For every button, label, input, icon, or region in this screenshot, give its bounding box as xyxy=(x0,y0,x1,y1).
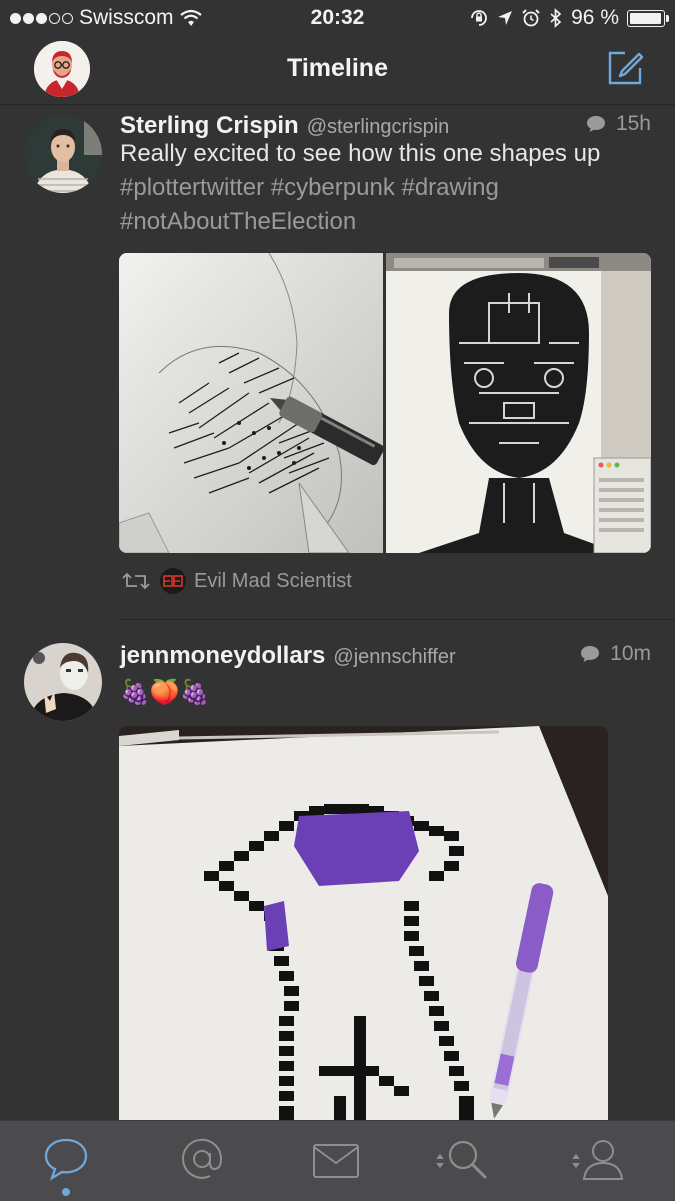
signal-strength-icon xyxy=(10,12,73,24)
wifi-icon xyxy=(179,9,202,26)
reply-bubble-icon xyxy=(581,646,600,662)
tab-messages[interactable] xyxy=(306,1137,366,1185)
profile-avatar[interactable] xyxy=(34,41,90,97)
tweet-media[interactable] xyxy=(119,253,651,553)
active-tab-indicator xyxy=(62,1188,70,1196)
display-name[interactable]: Sterling Crispin xyxy=(120,112,299,140)
speech-bubble-icon xyxy=(44,1138,88,1181)
avatar[interactable] xyxy=(24,115,102,193)
envelope-icon xyxy=(313,1144,359,1178)
alarm-icon xyxy=(522,9,540,27)
status-left: Swisscom xyxy=(10,6,202,30)
sort-arrows-icon xyxy=(572,1154,580,1168)
tweet-text: 🍇🍑🍇 xyxy=(120,676,655,710)
hashtag[interactable]: #cyberpunk xyxy=(271,174,395,201)
tab-bar xyxy=(0,1120,675,1201)
tweet-body: Really excited to see how this one shape… xyxy=(120,140,601,167)
hashtag[interactable]: #notAboutTheElection xyxy=(120,208,356,235)
timestamp: 10m xyxy=(610,642,651,665)
media-photo-right xyxy=(386,253,651,553)
tweet-body: 🍇🍑🍇 xyxy=(120,679,210,706)
nav-bar: Timeline xyxy=(0,36,675,105)
media-photo-left xyxy=(119,253,385,553)
handle[interactable]: @sterlingcrispin xyxy=(307,116,450,139)
battery-icon xyxy=(627,9,669,27)
compose-icon xyxy=(608,51,644,85)
location-arrow-icon xyxy=(498,11,513,25)
tab-mentions[interactable] xyxy=(172,1137,232,1185)
carrier-name: Swisscom xyxy=(79,6,174,29)
tweet-meta: 15h xyxy=(586,112,651,136)
tab-profile[interactable] xyxy=(568,1137,628,1185)
retweet-icon xyxy=(122,572,150,590)
timestamp: 15h xyxy=(615,112,651,135)
tweet-1[interactable]: Sterling Crispin @sterlingcrispin 15h Re… xyxy=(0,104,675,620)
retweeter-avatar[interactable] xyxy=(160,568,186,594)
avatar[interactable] xyxy=(24,643,102,721)
status-right: 96 % xyxy=(469,6,669,30)
at-sign-icon xyxy=(182,1138,223,1179)
tweet-media[interactable] xyxy=(119,726,608,1126)
status-bar: Swisscom 20:32 96 % xyxy=(0,0,675,36)
search-icon xyxy=(448,1140,487,1179)
handle[interactable]: @jennschiffer xyxy=(333,646,455,669)
hashtag[interactable]: #drawing xyxy=(401,174,498,201)
display-name[interactable]: jennmoneydollars xyxy=(120,642,325,670)
bluetooth-icon xyxy=(550,8,562,28)
tab-timeline[interactable] xyxy=(36,1137,96,1185)
page-title: Timeline xyxy=(287,54,388,82)
rotation-lock-icon xyxy=(471,10,488,26)
tweet-header: jennmoneydollars @jennschiffer 10m xyxy=(120,642,651,674)
sort-arrows-icon xyxy=(436,1154,444,1168)
hashtag[interactable]: #plottertwitter xyxy=(120,174,264,201)
compose-button[interactable] xyxy=(605,48,645,88)
tweet-meta: 10m xyxy=(580,642,651,666)
tab-search[interactable] xyxy=(432,1137,492,1185)
reply-bubble-icon xyxy=(586,116,605,132)
retweeter-name: Evil Mad Scientist xyxy=(194,569,352,592)
person-icon xyxy=(582,1140,624,1180)
retweet-attribution[interactable]: Evil Mad Scientist xyxy=(120,568,352,594)
battery-percent: 96 % xyxy=(571,6,619,29)
tweet-text: Really excited to see how this one shape… xyxy=(120,137,655,239)
tweet-2[interactable]: jennmoneydollars @jennschiffer 10m 🍇🍑🍇 xyxy=(0,620,675,1126)
